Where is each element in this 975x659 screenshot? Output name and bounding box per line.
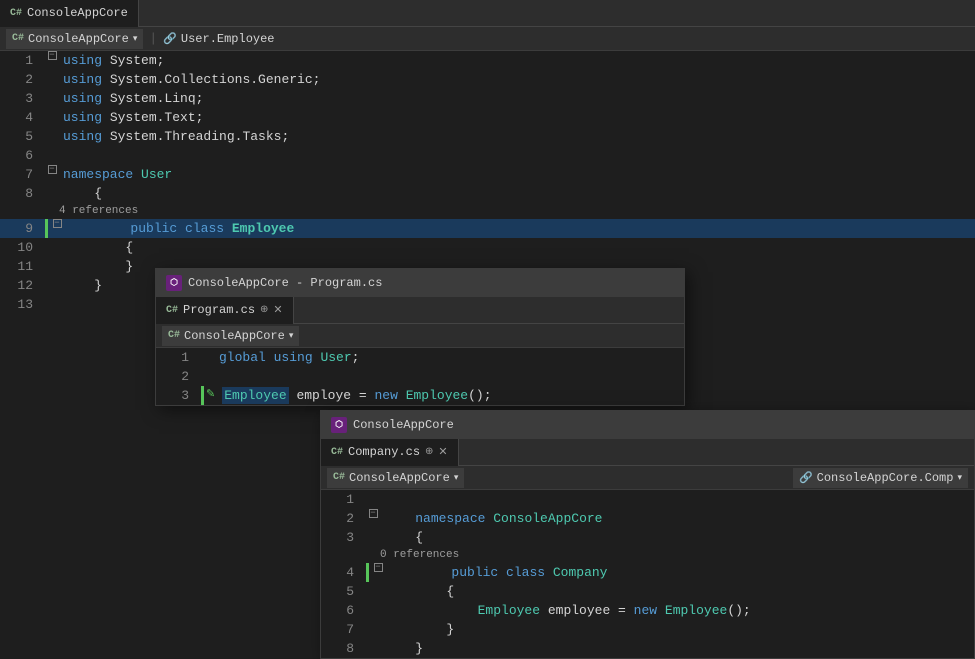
main-type-dropdown-chevron: ▾ [133, 34, 138, 44]
company-cs-title: ConsoleAppCore [353, 418, 454, 432]
table-row: 5 { [321, 582, 974, 601]
table-row: 8 { [0, 184, 975, 203]
table-row: 10 { [0, 238, 975, 257]
program-cs-dropdown-bar: C# ConsoleAppCore ▾ [156, 324, 684, 348]
main-breadcrumb-text: User.Employee [181, 32, 275, 46]
company-cs-code-area: 1 2 − namespace ConsoleAppCore 3 { 0 ref… [321, 490, 974, 658]
main-tab-consoleappcore[interactable]: C# ConsoleAppCore [0, 0, 139, 27]
program-cs-type-dropdown[interactable]: C# ConsoleAppCore ▾ [162, 326, 299, 346]
pen-edit-icon: ✎ [206, 386, 215, 405]
program-cs-close[interactable]: ✕ [273, 303, 282, 317]
vs-icon: ⬡ [166, 275, 182, 291]
program-cs-window: ⬡ ConsoleAppCore - Program.cs C# Program… [155, 268, 685, 406]
csharp-icon: C# [10, 8, 22, 19]
collapse-icon[interactable]: − [53, 219, 62, 228]
green-bar-3 [201, 386, 204, 405]
ref-hint-4: 0 references [321, 547, 974, 563]
ref-hint: 4 references [0, 203, 975, 219]
table-row: 7 − namespace User [0, 165, 975, 184]
table-row: 1 global using User; [156, 348, 684, 367]
main-type-dropdown[interactable]: C# ConsoleAppCore ▾ [6, 29, 143, 49]
program-cs-tab-label: Program.cs [183, 303, 255, 317]
company-cs-close[interactable]: ✕ [438, 445, 447, 459]
collapse-icon[interactable]: − [369, 509, 378, 518]
company-cs-dropdown-label: ConsoleAppCore [349, 471, 450, 485]
table-row: 6 [0, 146, 975, 165]
company-cs-right-dropdown[interactable]: 🔗 ConsoleAppCore.Comp ▾ [793, 468, 968, 488]
company-vs-icon: ⬡ [331, 417, 347, 433]
company-cs-tab-bar: C# Company.cs ⊕ ✕ [321, 439, 974, 466]
table-row: 4 using System.Text; [0, 108, 975, 127]
collapse-icon[interactable]: − [374, 563, 383, 572]
main-dropdown-bar: C# ConsoleAppCore ▾ | 🔗 User.Employee [0, 27, 975, 51]
green-bar [45, 219, 48, 238]
table-row: 2 [156, 367, 684, 386]
main-editor-window: C# ConsoleAppCore C# ConsoleAppCore ▾ | … [0, 0, 975, 638]
company-cs-tab[interactable]: C# Company.cs ⊕ ✕ [321, 439, 459, 466]
csharp-tab-icon: C# [166, 305, 178, 316]
green-bar-4 [366, 563, 369, 582]
program-cs-tab[interactable]: C# Program.cs ⊕ ✕ [156, 297, 294, 324]
table-row: 9 − public class Employee [0, 219, 975, 238]
table-row: 6 Employee employee = new Employee(); [321, 601, 974, 620]
table-row: 3 ✎ Employee employe = new Employee(); [156, 386, 684, 405]
company-cs-right-dropdown-label: ConsoleAppCore.Comp [817, 471, 954, 485]
company-csharp-icon: C# [331, 447, 343, 458]
table-row: 7 } [321, 620, 974, 639]
company-cs-title-bar: ⬡ ConsoleAppCore [321, 411, 974, 439]
company-cs-dropdown-bar: C# ConsoleAppCore ▾ 🔗 ConsoleAppCore.Com… [321, 466, 974, 490]
table-row: 8 } [321, 639, 974, 658]
program-cs-chevron: ▾ [289, 331, 294, 341]
collapse-icon[interactable]: − [48, 51, 57, 60]
table-row: 1 [321, 490, 974, 509]
program-cs-dropdown-label: ConsoleAppCore [184, 329, 285, 343]
table-row: 1 − using System; [0, 51, 975, 70]
company-cs-left-dropdown[interactable]: C# ConsoleAppCore ▾ [327, 468, 464, 488]
table-row: 5 using System.Threading.Tasks; [0, 127, 975, 146]
main-tab-label: ConsoleAppCore [27, 6, 128, 20]
program-cs-tab-bar: C# Program.cs ⊕ ✕ [156, 297, 684, 324]
company-cs-chevron: ▾ [454, 473, 459, 483]
main-tab-bar: C# ConsoleAppCore [0, 0, 975, 27]
program-cs-title: ConsoleAppCore - Program.cs [188, 276, 382, 290]
program-cs-code-area: 1 global using User; 2 3 ✎ Employee empl… [156, 348, 684, 405]
line-9-container: 4 references 9 − public class Employee [0, 203, 975, 238]
table-row: 3 using System.Linq; [0, 89, 975, 108]
table-row: 2 using System.Collections.Generic; [0, 70, 975, 89]
main-type-dropdown-label: ConsoleAppCore [28, 32, 129, 46]
line-4-container: 0 references 4 − public class Company [321, 547, 974, 582]
collapse-icon[interactable]: − [48, 165, 57, 174]
company-cs-window: ⬡ ConsoleAppCore C# Company.cs ⊕ ✕ C# Co… [320, 410, 975, 659]
table-row: 3 { [321, 528, 974, 547]
table-row: 4 − public class Company [321, 563, 974, 582]
table-row: 2 − namespace ConsoleAppCore [321, 509, 974, 528]
program-cs-title-bar: ⬡ ConsoleAppCore - Program.cs [156, 269, 684, 297]
company-cs-tab-label: Company.cs [348, 445, 420, 459]
company-cs-right-chevron: ▾ [957, 473, 962, 483]
